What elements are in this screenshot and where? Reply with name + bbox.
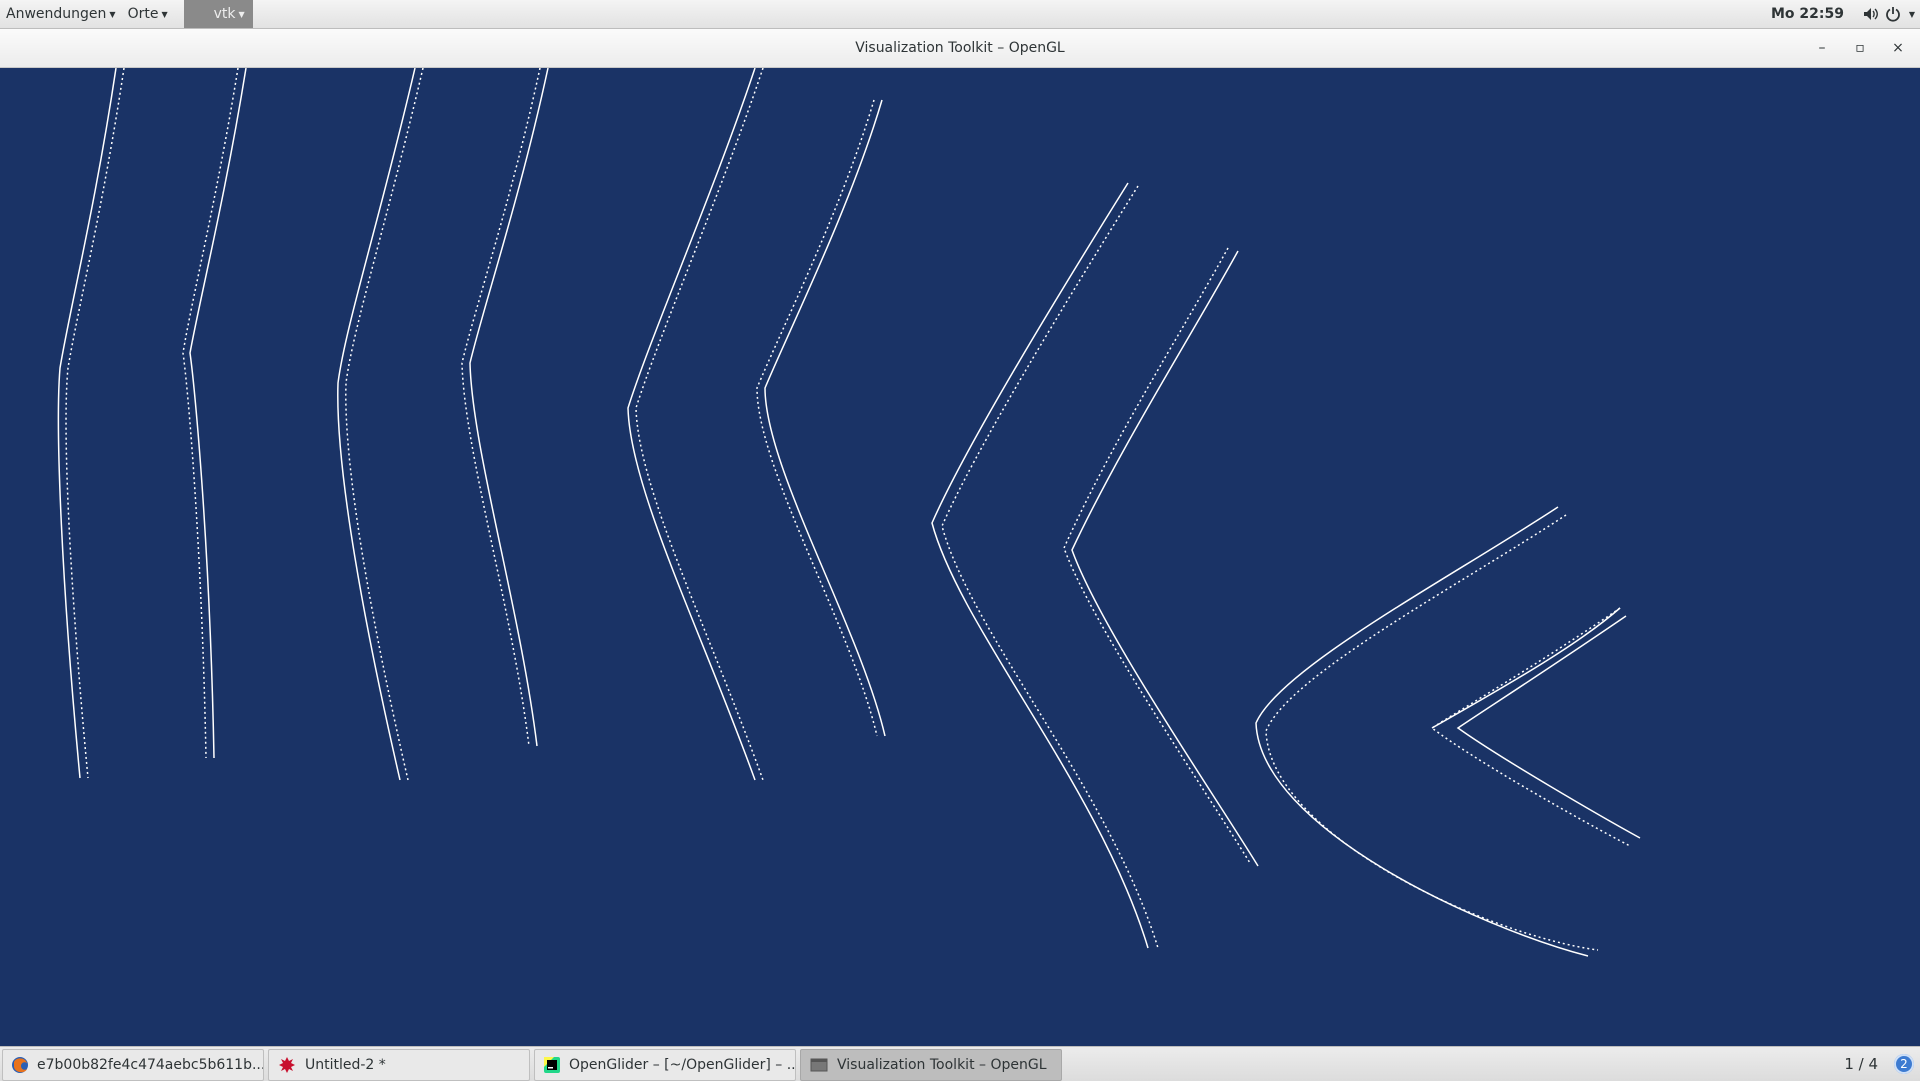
top-bar: Anwendungen ▼ Orte ▼ vtk ▼ Mo 22:59 ▼ xyxy=(0,0,1920,29)
notification-badge[interactable]: 2 xyxy=(1894,1054,1914,1074)
task-firefox[interactable]: e7b00b82fe4c474aebc5b611b... xyxy=(2,1049,264,1081)
task-inkscape[interactable]: Untitled-2 * xyxy=(268,1049,530,1081)
streamline-solid xyxy=(57,67,117,779)
streamline-solid xyxy=(764,99,886,737)
volume-icon[interactable] xyxy=(1860,0,1882,28)
places-menu-label: Orte xyxy=(127,6,159,22)
maximize-button[interactable]: ▫ xyxy=(1848,36,1872,60)
task-pycharm[interactable]: OpenGlider – [~/OpenGlider] – .../... xyxy=(534,1049,796,1081)
chevron-down-icon: ▼ xyxy=(161,9,168,19)
streamline-solid xyxy=(1456,615,1641,839)
vtk-render-view[interactable] xyxy=(0,67,1920,1046)
streamline-dotted xyxy=(1063,247,1251,864)
places-menu[interactable]: Orte ▼ xyxy=(122,0,174,28)
streamline-dotted xyxy=(1265,514,1599,951)
streamline-dotted xyxy=(1430,607,1631,847)
system-tray: Mo 22:59 ▼ xyxy=(1771,0,1920,28)
window-icon xyxy=(809,1055,829,1075)
workspace-indicator[interactable]: 1 / 4 xyxy=(1844,1047,1878,1081)
chevron-down-icon: ▼ xyxy=(109,9,116,19)
streamline-solid xyxy=(931,182,1149,949)
streamline-solid xyxy=(189,67,247,759)
applications-menu-label: Anwendungen xyxy=(6,6,107,22)
streamline-dotted xyxy=(635,67,764,781)
app-menu[interactable]: vtk ▼ xyxy=(183,0,253,28)
window-title: Visualization Toolkit – OpenGL xyxy=(855,40,1065,56)
minimize-button[interactable]: – xyxy=(1810,36,1834,60)
applications-menu[interactable]: Anwendungen ▼ xyxy=(0,0,122,28)
task-vtk-window[interactable]: Visualization Toolkit – OpenGL xyxy=(800,1049,1062,1081)
window-titlebar[interactable]: Visualization Toolkit – OpenGL – ▫ × xyxy=(0,29,1920,68)
firefox-icon xyxy=(11,1055,29,1075)
inkscape-icon xyxy=(277,1055,297,1075)
task-label: Visualization Toolkit – OpenGL xyxy=(837,1057,1047,1073)
clock[interactable]: Mo 22:59 xyxy=(1771,6,1844,22)
pycharm-icon xyxy=(543,1055,561,1075)
taskbar: e7b00b82fe4c474aebc5b611b... Untitled-2 … xyxy=(0,1046,1920,1081)
streamline-solid xyxy=(337,67,416,781)
streamline-solid xyxy=(1255,506,1589,957)
streamline-solid xyxy=(627,67,756,781)
streamline-solid xyxy=(1431,607,1621,729)
app-menu-label: vtk xyxy=(213,6,236,22)
chevron-down-icon: ▼ xyxy=(238,9,245,19)
streamline-dotted xyxy=(941,185,1159,949)
task-label: OpenGlider – [~/OpenGlider] – .../... xyxy=(569,1057,796,1073)
streamline-dotted xyxy=(65,67,125,779)
task-label: e7b00b82fe4c474aebc5b611b... xyxy=(37,1057,264,1073)
streamline-dotted xyxy=(756,99,878,737)
streamline-plot xyxy=(57,67,1641,957)
chevron-down-icon[interactable]: ▼ xyxy=(1904,0,1920,28)
close-button[interactable]: × xyxy=(1886,36,1910,60)
task-label: Untitled-2 * xyxy=(305,1057,386,1073)
streamline-solid xyxy=(469,67,549,747)
power-icon[interactable] xyxy=(1882,0,1904,28)
streamline-solid xyxy=(1071,250,1259,867)
streamline-dotted xyxy=(345,67,424,781)
